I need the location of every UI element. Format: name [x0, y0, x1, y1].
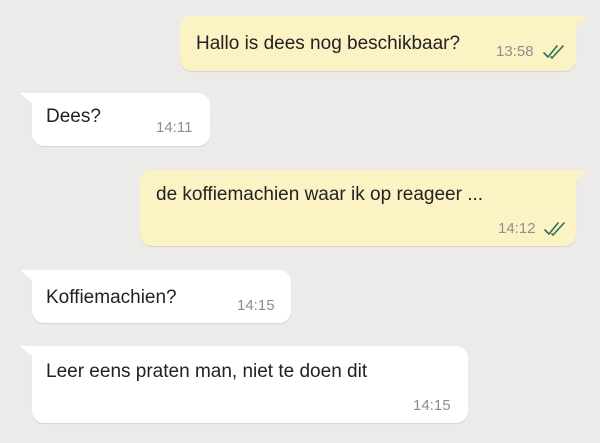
message-timestamp: 14:15 — [413, 397, 451, 414]
message-text: Koffiemachien? — [46, 287, 177, 308]
outgoing-message[interactable]: de koffiemachien waar ik op reageer ... … — [140, 170, 576, 246]
message-timestamp: 14:12 — [498, 220, 536, 237]
incoming-message[interactable]: Leer eens praten man, niet te doen dit 1… — [32, 346, 468, 423]
incoming-message[interactable]: Koffiemachien? 14:15 — [32, 270, 291, 323]
message-text: Leer eens praten man, niet te doen dit — [46, 361, 368, 382]
outgoing-message[interactable]: Hallo is dees nog beschikbaar? 13:58 — [180, 16, 576, 71]
message-text: Dees? — [46, 106, 101, 127]
outgoing-bubble-tail — [574, 16, 588, 28]
double-check-read-icon — [543, 44, 565, 60]
message-text: de koffiemachien waar ik op reageer ... — [156, 184, 484, 205]
message-text: Hallo is dees nog beschikbaar? — [196, 33, 461, 54]
message-timestamp: 13:58 — [496, 43, 534, 60]
double-check-read-icon — [544, 221, 566, 237]
message-timestamp: 14:15 — [237, 297, 275, 314]
chat-thread: Hallo is dees nog beschikbaar? 13:58 Dee… — [0, 0, 600, 443]
outgoing-bubble-tail — [574, 170, 588, 182]
message-timestamp: 14:11 — [156, 119, 193, 136]
incoming-message[interactable]: Dees? 14:11 — [32, 93, 210, 146]
